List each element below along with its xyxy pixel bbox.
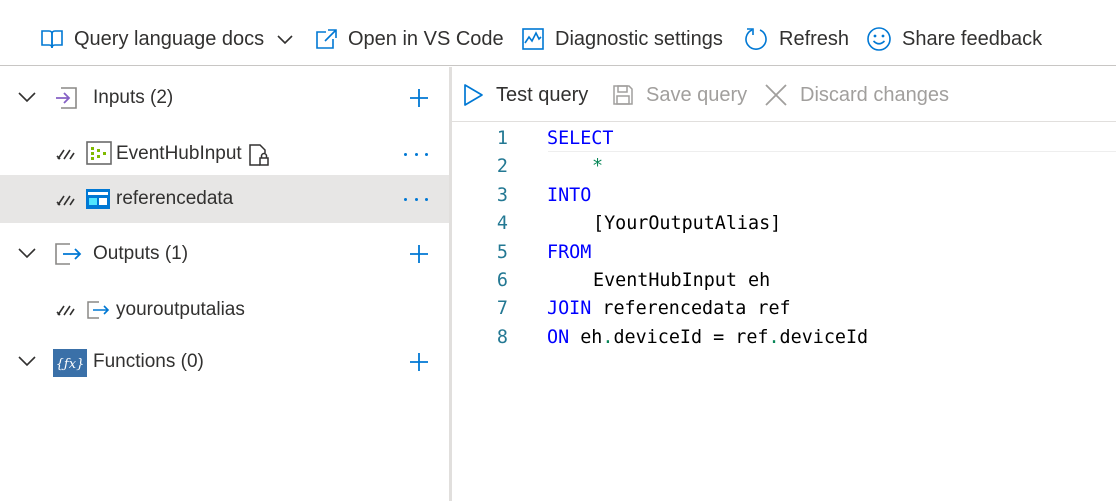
chevron-down-icon xyxy=(18,92,36,103)
code-text: FROM xyxy=(547,242,591,263)
keyword: ON xyxy=(547,326,570,348)
tree-group-outputs-label: Outputs (1) xyxy=(93,243,189,264)
line-number: 8 xyxy=(496,326,508,348)
svg-text:{ƒx}: {ƒx} xyxy=(56,357,85,372)
tree-group-inputs[interactable]: Inputs (2) xyxy=(0,74,449,122)
plus-icon xyxy=(410,353,428,371)
diagnostics-chart-icon xyxy=(522,28,544,50)
open-external-icon xyxy=(316,29,337,49)
refresh-label: Refresh xyxy=(779,27,850,50)
link-icon xyxy=(56,195,75,206)
more-options-button[interactable] xyxy=(404,144,428,164)
refresh-button[interactable]: Refresh xyxy=(743,22,849,56)
chevron-down-icon xyxy=(18,248,36,259)
add-input-button[interactable] xyxy=(404,83,434,113)
keyword: JOIN xyxy=(547,297,592,319)
discard-changes-button[interactable]: Discard changes xyxy=(764,79,949,111)
tree-item-youroutputalias[interactable]: youroutputalias xyxy=(0,286,449,334)
save-query-label: Save query xyxy=(646,83,748,106)
operator: * xyxy=(592,155,604,177)
code-fragment: referencedata ref xyxy=(591,297,791,319)
code-text: INTO xyxy=(547,185,591,206)
tree-group-functions-label: Functions (0) xyxy=(93,351,204,372)
more-options-button[interactable] xyxy=(404,189,428,209)
code-line: 5 FROM xyxy=(452,238,1116,266)
diagnostic-settings-label: Diagnostic settings xyxy=(555,27,723,50)
tree-item-eventhubinput[interactable]: EventHubInput xyxy=(0,130,449,178)
query-language-docs-button[interactable]: Query language docs xyxy=(40,22,294,56)
code-line: 3 INTO xyxy=(452,181,1116,209)
query-language-docs-label: Query language docs xyxy=(74,27,265,50)
operator: . xyxy=(768,326,780,348)
tree-item-youroutputalias-label: youroutputalias xyxy=(116,299,245,320)
line-number: 7 xyxy=(496,297,508,319)
code-line: 4 [YourOutputAlias] xyxy=(452,209,1116,237)
code-line: 6 EventHubInput eh xyxy=(452,266,1116,294)
refresh-icon xyxy=(745,28,767,50)
add-output-button[interactable] xyxy=(404,239,434,269)
code-text: SELECT xyxy=(547,128,613,149)
discard-changes-label: Discard changes xyxy=(800,83,949,106)
tree-group-outputs[interactable]: Outputs (1) xyxy=(0,230,449,278)
code-line: 8 ON eh.deviceId = ref.deviceId xyxy=(452,323,1116,351)
add-function-button[interactable] xyxy=(404,347,434,377)
chevron-down-icon xyxy=(18,356,36,367)
open-in-vscode-button[interactable]: Open in VS Code xyxy=(314,22,504,56)
code-fragment: deviceId = ref xyxy=(613,326,769,348)
operator: . xyxy=(602,326,614,348)
code-text: ON eh.deviceId = ref.deviceId xyxy=(547,327,868,348)
link-icon xyxy=(56,305,75,316)
line-number: 4 xyxy=(496,212,508,234)
line-number: 1 xyxy=(496,127,508,149)
line-number: 6 xyxy=(496,269,508,291)
line-number: 2 xyxy=(496,155,508,177)
test-query-button[interactable]: Test query xyxy=(462,79,588,111)
line-number: 5 xyxy=(496,241,508,263)
code-line: 2 * xyxy=(452,152,1116,180)
code-line: 1 SELECT xyxy=(452,124,1116,152)
share-feedback-button[interactable]: Share feedback xyxy=(866,22,1042,56)
play-icon xyxy=(464,84,483,106)
chevron-down-icon xyxy=(277,35,293,45)
tree-item-referencedata[interactable]: referencedata xyxy=(0,175,449,223)
input-icon xyxy=(56,87,77,109)
output-icon xyxy=(87,301,110,319)
code-line: 7 JOIN referencedata ref xyxy=(452,294,1116,322)
function-icon: {ƒx} xyxy=(53,349,87,377)
code-text: JOIN referencedata ref xyxy=(547,298,791,319)
close-icon xyxy=(765,84,787,106)
tree-group-inputs-label: Inputs (2) xyxy=(93,87,174,108)
link-icon xyxy=(56,149,75,160)
tree-group-functions[interactable]: {ƒx} Functions (0) xyxy=(0,338,449,386)
keyword: INTO xyxy=(547,184,592,206)
book-icon xyxy=(41,30,63,49)
code-fragment: eh xyxy=(569,326,603,348)
test-query-label: Test query xyxy=(496,83,589,106)
plus-icon xyxy=(410,245,428,263)
keyword: FROM xyxy=(547,241,592,263)
query-editor[interactable]: 1 SELECT 2 * 3 INTO 4 [YourOutputAlias] … xyxy=(452,123,1116,501)
open-in-vscode-label: Open in VS Code xyxy=(348,27,504,50)
save-query-button[interactable]: Save query xyxy=(612,79,747,111)
keyword: SELECT xyxy=(547,127,614,149)
locked-document-icon xyxy=(249,144,269,166)
tree-item-eventhubinput-label: EventHubInput xyxy=(116,143,242,164)
smiley-icon xyxy=(867,27,891,51)
tree-item-referencedata-label: referencedata xyxy=(116,188,234,209)
diagnostic-settings-button[interactable]: Diagnostic settings xyxy=(521,22,723,56)
blob-storage-icon xyxy=(86,189,110,209)
code-text: [YourOutputAlias] xyxy=(593,212,782,234)
code-text: EventHubInput eh xyxy=(593,269,771,291)
editor-toolbar: Test query Save query Discard changes xyxy=(452,67,1116,122)
save-icon xyxy=(613,85,633,105)
line-number: 3 xyxy=(496,184,508,206)
code-text: * xyxy=(592,156,603,177)
query-tree-panel: Inputs (2) EventHubInput referencedata O… xyxy=(0,67,449,501)
output-icon xyxy=(55,243,82,265)
event-hub-icon xyxy=(86,141,112,165)
share-feedback-label: Share feedback xyxy=(902,27,1043,50)
code-fragment: deviceId xyxy=(779,326,869,348)
top-toolbar: Query language docs Open in VS Code Diag… xyxy=(0,0,1116,66)
plus-icon xyxy=(410,89,428,107)
